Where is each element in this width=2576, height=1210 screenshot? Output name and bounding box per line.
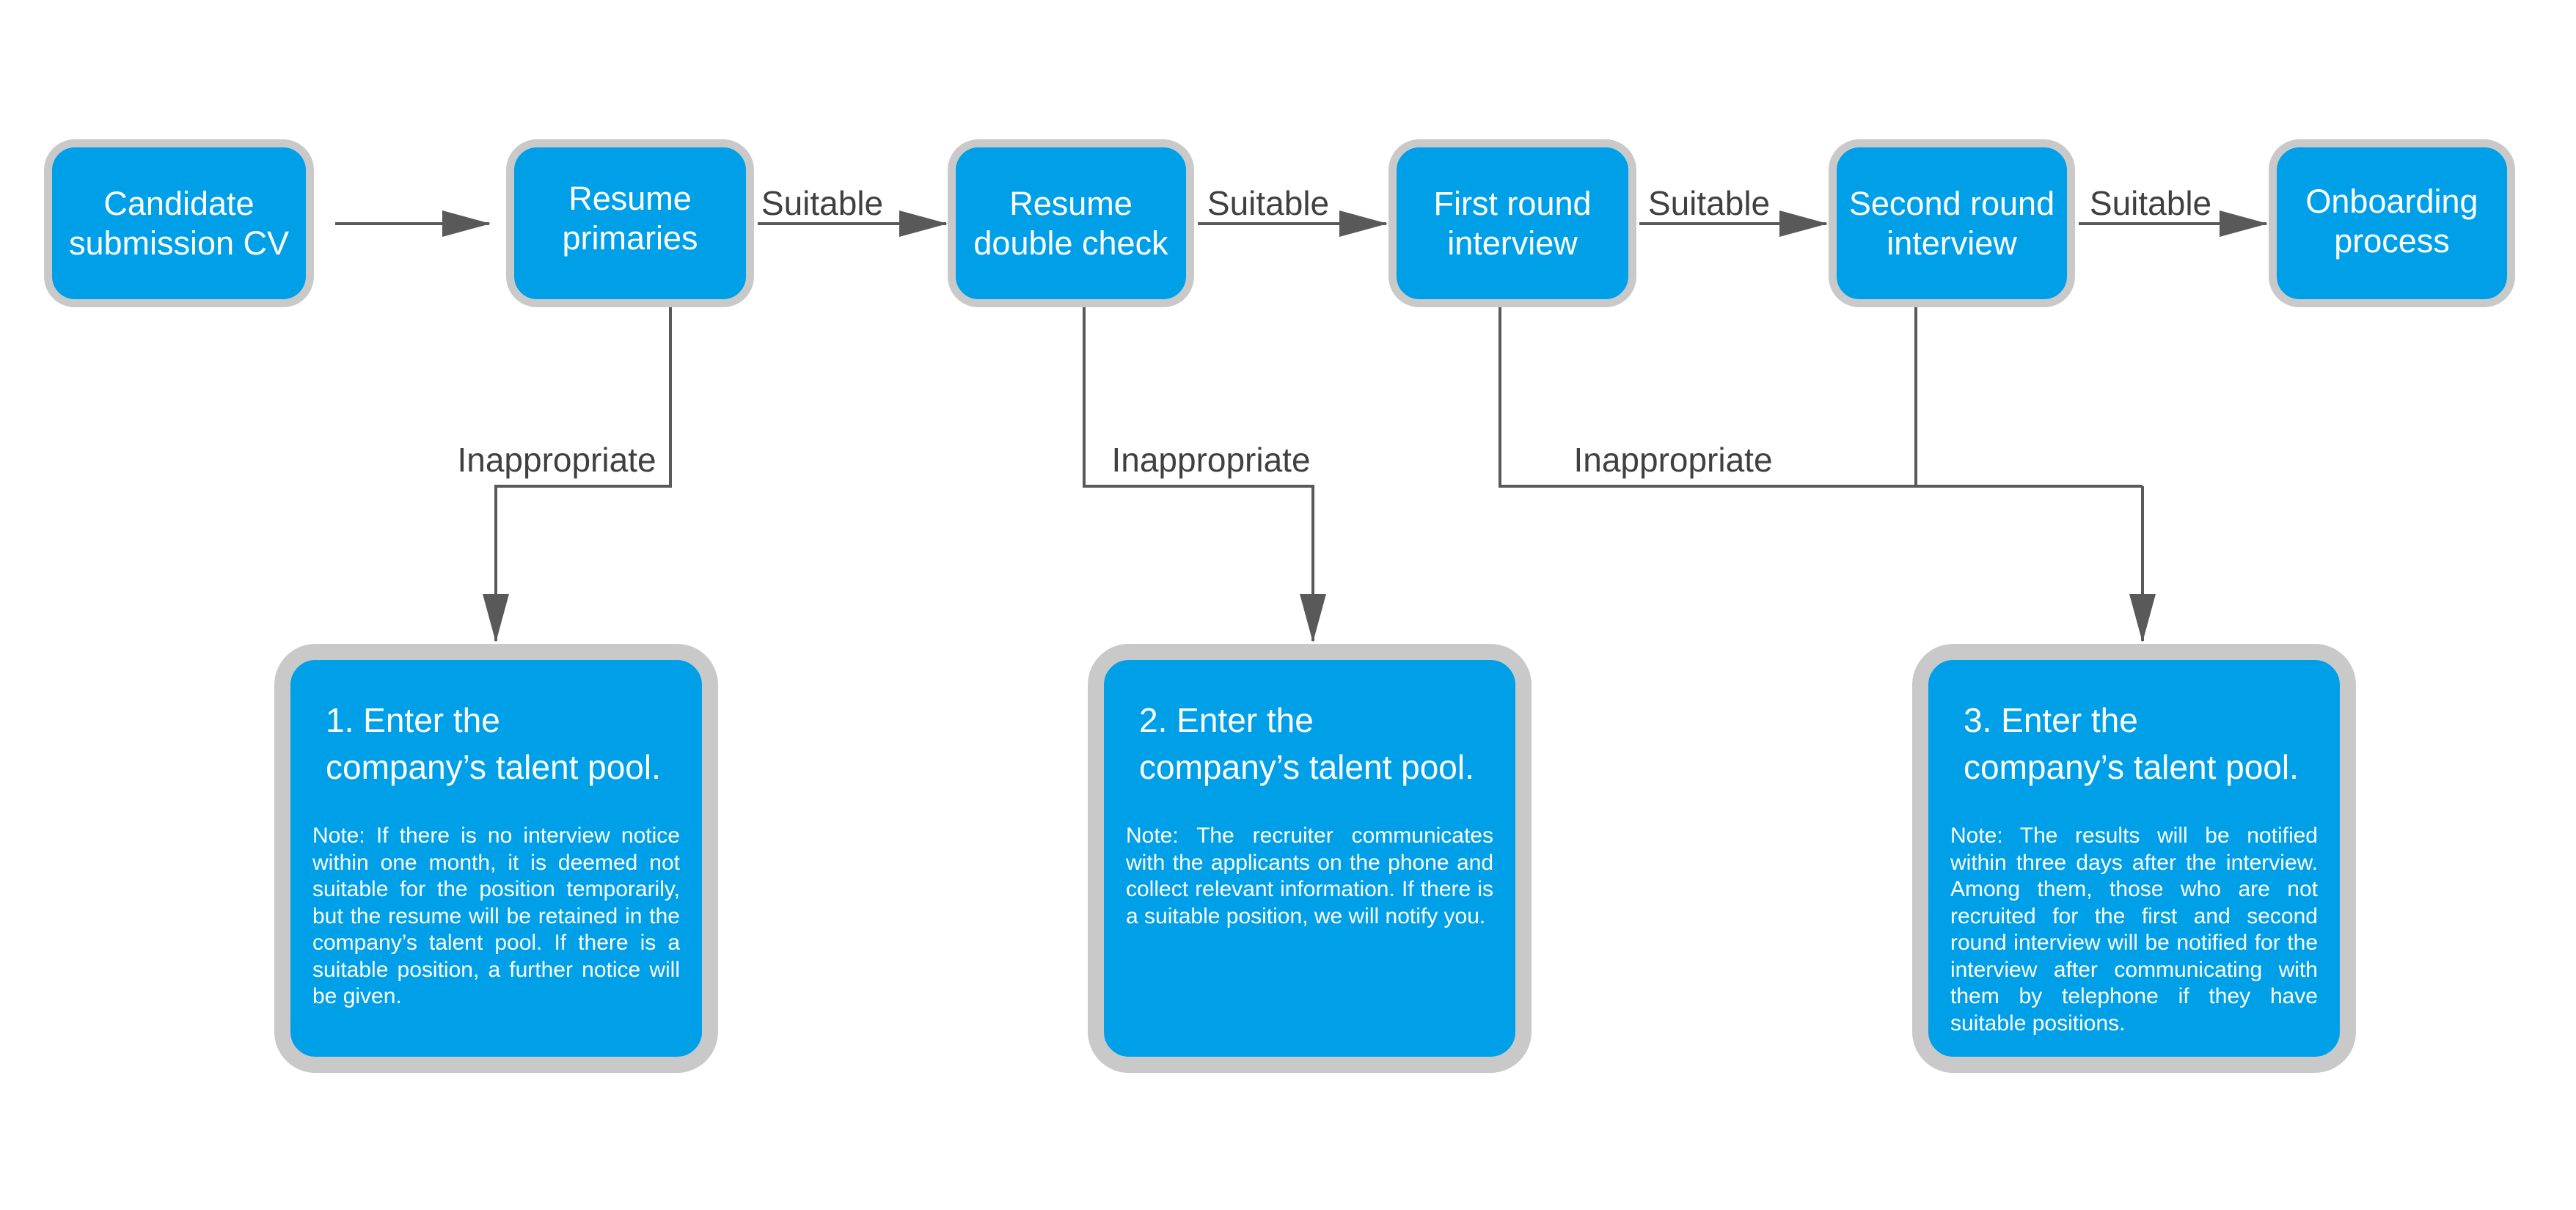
step-second-round-interview: Second round interview (1829, 139, 2075, 307)
talent-pool-box-3: 3. Enter the company’s talent pool. Note… (1912, 644, 2356, 1073)
pool-title: 1. Enter the company’s talent pool. (326, 701, 661, 786)
step-label: Second round interview (1848, 184, 2055, 262)
pool-note: Note: The results will be notified withi… (1950, 824, 2318, 1035)
pool-note: Note: If there is no interview notice wi… (312, 824, 680, 1008)
step-resume-double-check: Resume double check (948, 139, 1194, 307)
edge-label-inappropriate: Inappropriate (1573, 441, 1773, 479)
edge-label-suitable: Suitable (761, 184, 884, 222)
step-onboarding-process: Onboarding process (2269, 139, 2515, 307)
pool-title: 2. Enter the company’s talent pool. (1139, 701, 1474, 786)
talent-pool-box-2: 2. Enter the company’s talent pool. Note… (1088, 644, 1532, 1073)
edge-label-inappropriate: Inappropriate (457, 441, 656, 479)
step-label: Resume double check (973, 184, 1168, 262)
step-candidate-submission: Candidate submission CV (44, 139, 314, 307)
edge-label-inappropriate: Inappropriate (1111, 441, 1311, 479)
step-resume-primaries: Resume primaries (506, 139, 754, 307)
edge-label-suitable: Suitable (1207, 184, 1330, 222)
step-label: Resume primaries (562, 179, 698, 257)
pool-note: Note: The recruiter communicates with th… (1126, 824, 1493, 928)
edge-label-suitable: Suitable (2089, 184, 2212, 222)
pool-title: 3. Enter the company’s talent pool. (1964, 701, 2299, 786)
step-label: Onboarding process (2305, 182, 2478, 260)
talent-pool-box-1: 1. Enter the company’s talent pool. Note… (274, 644, 718, 1073)
step-label: First round interview (1433, 184, 1592, 262)
step-first-round-interview: First round interview (1388, 139, 1636, 307)
edge-label-suitable: Suitable (1647, 184, 1771, 222)
step-label: Candidate submission CV (68, 184, 290, 262)
